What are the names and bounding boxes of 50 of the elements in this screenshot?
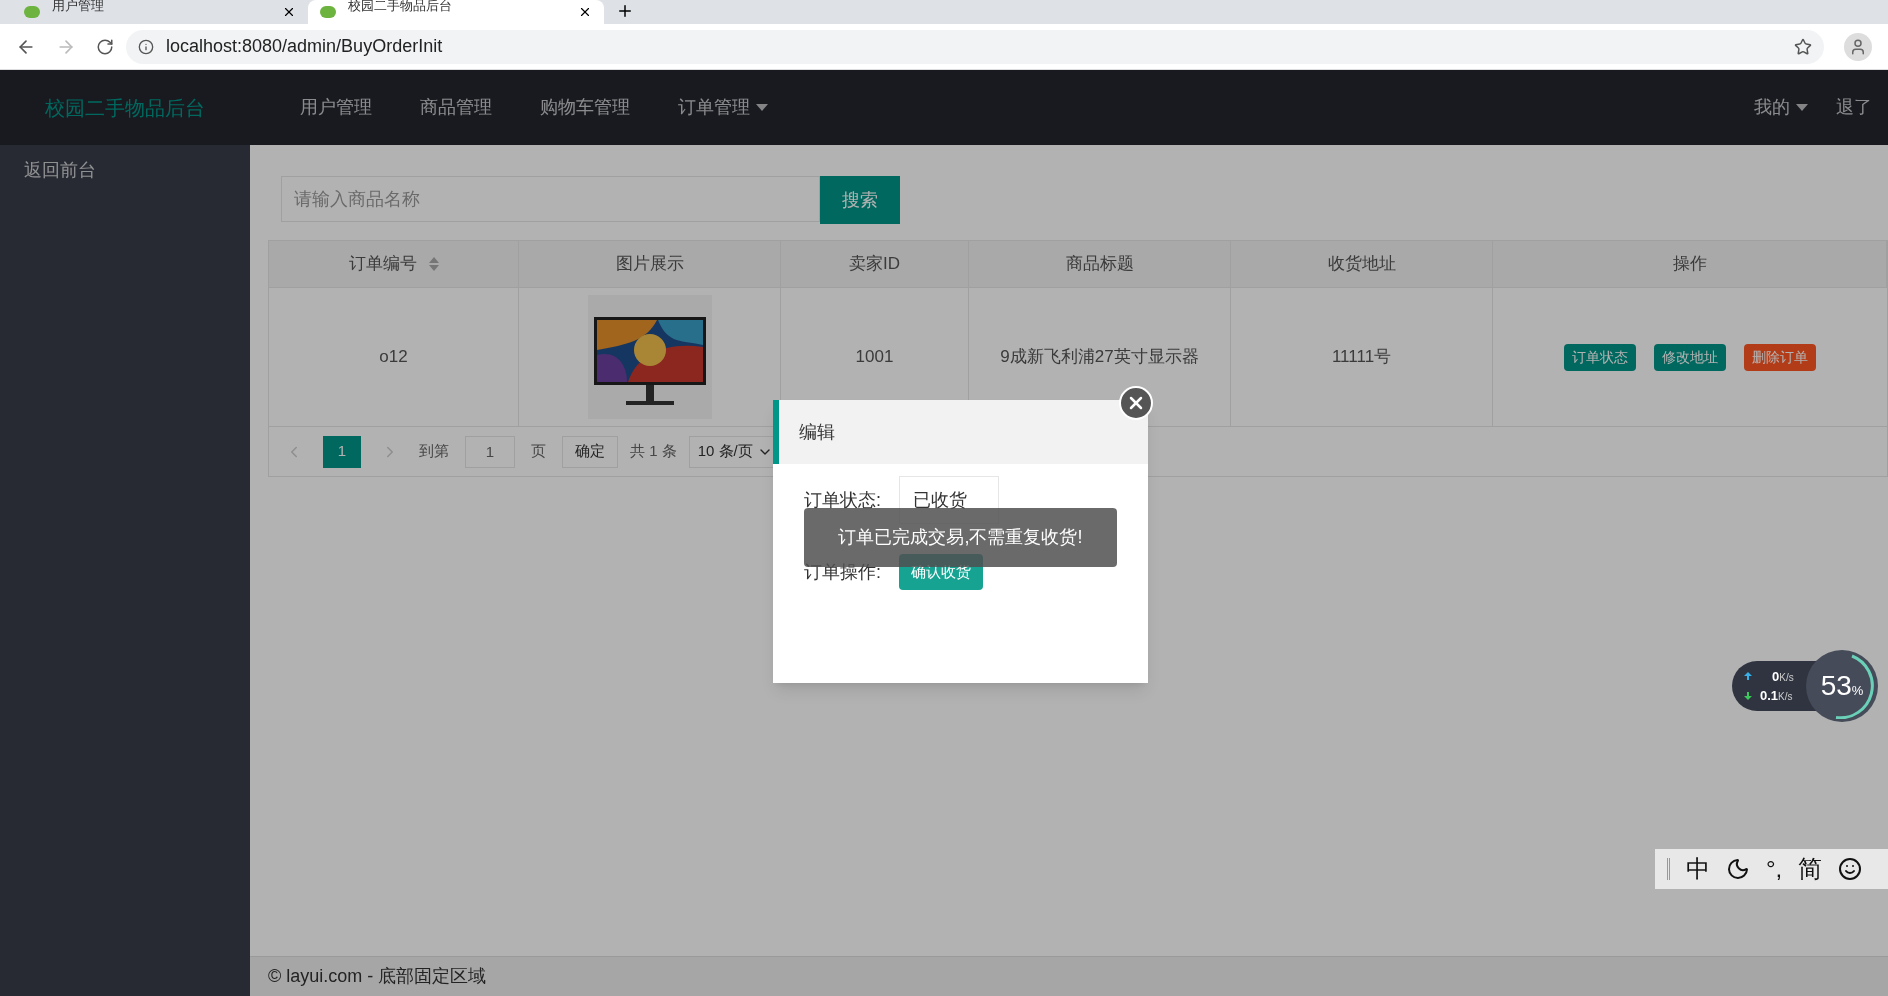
profile-icon[interactable] — [1844, 32, 1872, 61]
nav-link[interactable]: 我的 — [1754, 94, 1808, 121]
column-header[interactable]: 收货地址 — [1231, 241, 1493, 287]
page-button[interactable]: 1 — [323, 435, 361, 468]
punctuation-mode[interactable]: °, — [1766, 851, 1783, 887]
action-button[interactable]: 修改地址 — [1654, 343, 1726, 371]
close-icon[interactable] — [578, 5, 592, 19]
confirm-button[interactable]: 确定 — [562, 435, 618, 468]
column-header[interactable]: 订单编号 — [269, 241, 519, 287]
nav-link[interactable]: 商品管理 — [420, 94, 492, 121]
usage-percent: 53% — [1820, 669, 1864, 703]
bookmark-icon[interactable] — [1794, 37, 1812, 56]
total-count: 共 1 条 — [630, 441, 677, 462]
new-tab-icon[interactable] — [616, 2, 634, 20]
table-cell: o12 — [269, 288, 519, 426]
nav-link[interactable]: 用户管理 — [300, 94, 372, 121]
address-bar[interactable]: localhost:8080/admin/BuyOrderInit — [126, 29, 1824, 64]
browser-tab[interactable]: 校园二手物品后台 — [308, 0, 604, 24]
search-field[interactable]: 请输入商品名称 — [281, 176, 820, 222]
page-unit-label: 页 — [531, 441, 546, 462]
moon-icon[interactable] — [1726, 857, 1750, 881]
upload-arrow-icon — [1744, 672, 1752, 681]
footer: © layui.com - 底部固定区域 — [250, 956, 1888, 996]
action-button[interactable]: 订单状态 — [1564, 343, 1636, 371]
info-icon — [138, 38, 154, 55]
ime-mode[interactable]: 中 — [1686, 851, 1710, 887]
emoji-icon[interactable] — [1838, 857, 1863, 881]
nav-link[interactable]: 订单管理 — [678, 94, 768, 121]
browser-tab[interactable]: 用户管理 — [12, 0, 308, 24]
nav-link[interactable]: 退了 — [1836, 94, 1872, 121]
upload-speed: 0K/s — [1772, 667, 1794, 686]
action-button[interactable]: 删除订单 — [1744, 343, 1816, 371]
nav-link[interactable]: 购物车管理 — [540, 94, 630, 121]
goto-label: 到第 — [419, 441, 449, 462]
download-arrow-icon — [1744, 691, 1752, 700]
column-header[interactable]: 图片展示 — [519, 241, 781, 287]
column-header[interactable]: 卖家ID — [781, 241, 969, 287]
brand-title: 校园二手物品后台 — [45, 95, 206, 121]
column-header[interactable]: 商品标题 — [969, 241, 1231, 287]
column-header[interactable]: 操作 — [1493, 241, 1887, 287]
download-speed: 0.1K/s — [1760, 687, 1793, 705]
close-icon[interactable] — [282, 5, 296, 19]
url-text: localhost:8080/admin/BuyOrderInit — [166, 35, 444, 58]
reload-icon[interactable] — [96, 37, 114, 56]
sidebar-item[interactable]: 返回前台 — [24, 157, 226, 184]
toast-message: 订单已完成交易,不需重复收货! — [804, 508, 1117, 567]
table-cell: 11111号 — [1231, 288, 1493, 426]
ime-mode[interactable]: 简 — [1798, 851, 1823, 887]
page-input[interactable]: 1 — [465, 435, 515, 468]
search-button[interactable]: 搜索 — [820, 176, 900, 224]
